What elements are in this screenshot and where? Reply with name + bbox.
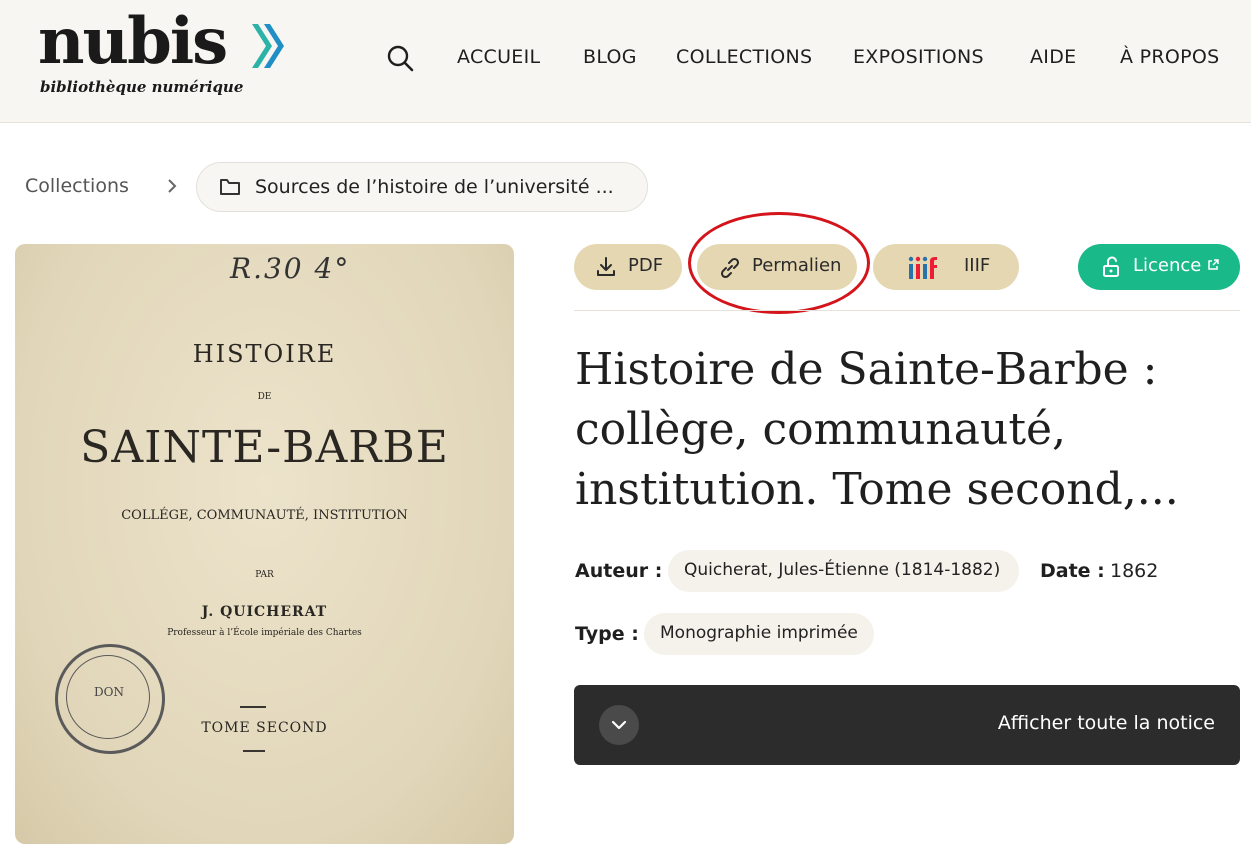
breadcrumb-current-label: Sources de l’histoire de l’université ..…: [255, 176, 614, 198]
search-icon[interactable]: [386, 44, 414, 72]
page-line: HISTOIRE: [192, 340, 337, 368]
nav-blog[interactable]: BLOG: [583, 46, 637, 68]
stamp-center-text: DON: [94, 685, 124, 699]
site-header: nubis bibliothèque numérique ACCUEIL BLO…: [0, 0, 1251, 123]
breadcrumb-current-collection[interactable]: Sources de l’histoire de l’université ..…: [196, 162, 648, 212]
pdf-download-button[interactable]: PDF: [574, 244, 682, 290]
unlock-icon: [1103, 256, 1119, 277]
page-line: TOME SECOND: [201, 720, 328, 736]
iiif-logo-icon: [908, 256, 937, 279]
folder-icon: [220, 179, 240, 195]
logo-tagline: bibliothèque numérique: [40, 78, 244, 96]
page-line: Professeur à l’École impériale des Chart…: [167, 628, 362, 638]
type-value-link[interactable]: Monographie imprimée: [644, 613, 874, 655]
show-full-notice-button[interactable]: Afficher toute la notice: [574, 685, 1240, 765]
record-title: Histoire de Sainte-Barbe : collège, comm…: [575, 344, 1179, 515]
type-label: Type :: [575, 623, 639, 645]
logo-wordmark: nubis: [38, 4, 228, 79]
show-full-notice-label: Afficher toute la notice: [997, 712, 1215, 734]
document-page-image[interactable]: R.30 4° HISTOIRE DE SAINTE-BARBE COLLÉGE…: [15, 244, 514, 844]
chevron-down-icon: [599, 705, 639, 745]
page-line: COLLÉGE, COMMUNAUTÉ, INSTITUTION: [121, 508, 408, 523]
divider: [574, 310, 1240, 311]
nubis-logo[interactable]: nubis bibliothèque numérique: [38, 4, 284, 96]
shelfmark-handwriting: R.30 4°: [230, 252, 351, 285]
link-icon: [720, 257, 740, 279]
iiif-label: IIIF: [964, 255, 991, 276]
page-rule: [243, 750, 265, 752]
pdf-label: PDF: [628, 255, 664, 276]
author-value-link[interactable]: Quicherat, Jules-Étienne (1814-1882): [668, 550, 1019, 592]
breadcrumb-collections[interactable]: Collections: [25, 175, 129, 197]
iiif-button[interactable]: IIIF: [873, 244, 1019, 290]
logo-chevron-icon: [252, 24, 284, 68]
download-icon: [597, 257, 615, 276]
nav-expositions[interactable]: EXPOSITIONS: [853, 46, 984, 68]
licence-label: Licence: [1133, 255, 1202, 276]
external-link-icon: [1208, 259, 1219, 270]
permalink-label: Permalien: [752, 255, 842, 276]
nav-accueil[interactable]: ACCUEIL: [457, 46, 540, 68]
date-label: Date :: [1040, 560, 1105, 582]
licence-button[interactable]: Licence: [1078, 244, 1240, 290]
library-stamp: DON: [55, 644, 165, 754]
page-line: PAR: [255, 570, 274, 580]
page-line: J. QUICHERAT: [201, 604, 328, 620]
page-rule: [240, 706, 266, 708]
date-value: 1862: [1110, 560, 1159, 582]
nav-a-propos[interactable]: À PROPOS: [1120, 46, 1220, 68]
chevron-right-icon: [168, 179, 177, 193]
permalink-button[interactable]: Permalien: [697, 244, 857, 290]
page-line: DE: [257, 392, 272, 402]
nav-collections[interactable]: COLLECTIONS: [676, 46, 812, 68]
nav-aide[interactable]: AIDE: [1030, 46, 1076, 68]
page-line: SAINTE-BARBE: [80, 422, 449, 473]
author-label: Auteur :: [575, 560, 663, 582]
